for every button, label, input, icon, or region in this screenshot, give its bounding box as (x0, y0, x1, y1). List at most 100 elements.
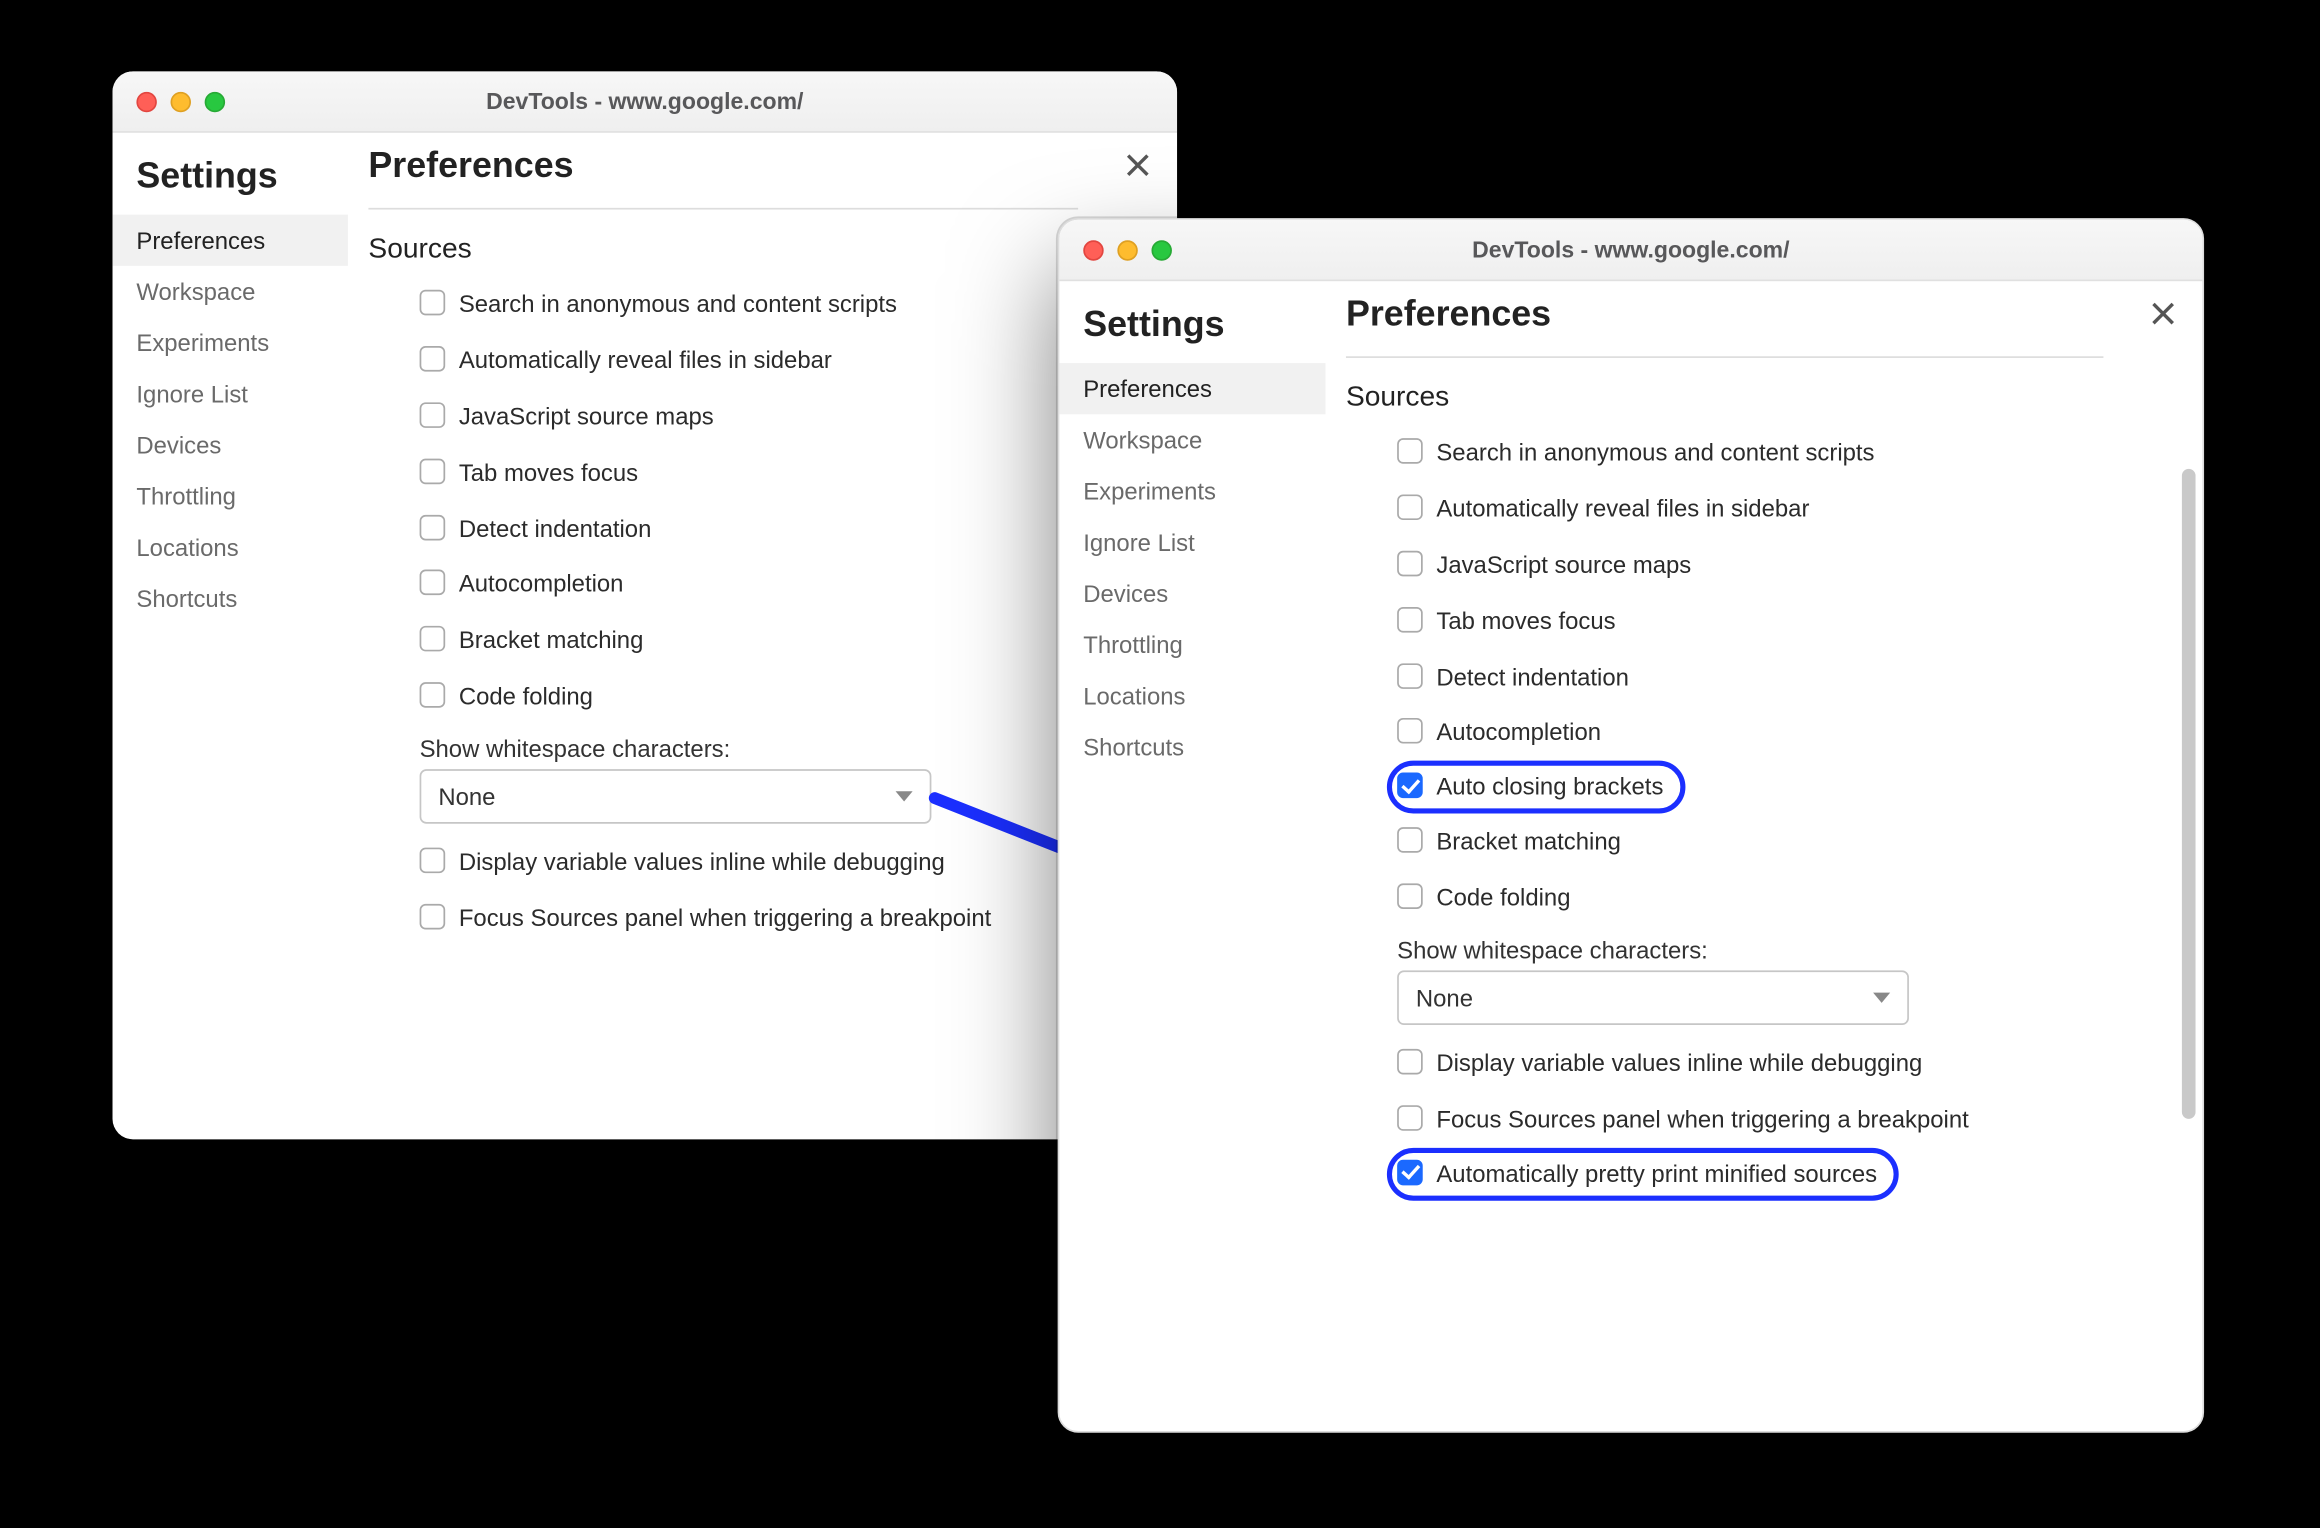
settings-heading: Settings (113, 146, 348, 214)
sidebar-item-workspace[interactable]: Workspace (113, 266, 348, 317)
checkbox[interactable] (1397, 719, 1423, 745)
settings-sidebar: Settings PreferencesWorkspaceExperiments… (1059, 281, 1325, 1431)
option-label: Bracket matching (1436, 826, 1621, 858)
option-automatically-pretty-print-minified-sources[interactable]: Automatically pretty print minified sour… (1387, 1148, 1899, 1201)
preferences-panel: Preferences Sources Search in anonymous … (1325, 281, 2202, 1431)
option-search-in-anonymous-and-content-scripts[interactable]: Search in anonymous and content scripts (420, 276, 1147, 332)
checkbox[interactable] (1397, 884, 1423, 910)
close-settings-icon[interactable] (2148, 298, 2179, 329)
zoom-window-button[interactable] (205, 91, 225, 111)
option-label: Focus Sources panel when triggering a br… (459, 902, 991, 934)
checkbox[interactable] (1397, 1105, 1423, 1131)
whitespace-select[interactable]: None (1397, 970, 1909, 1025)
close-window-button[interactable] (136, 91, 156, 111)
minimize-window-button[interactable] (171, 91, 191, 111)
checkbox[interactable] (1397, 1159, 1423, 1185)
minimize-window-button[interactable] (1117, 239, 1137, 259)
preferences-panel: Preferences Sources Search in anonymous … (348, 133, 1177, 1140)
titlebar[interactable]: DevTools - www.google.com/ (113, 71, 1178, 132)
titlebar[interactable]: DevTools - www.google.com/ (1059, 220, 2202, 281)
option-display-variable-values-inline-while-debugging[interactable]: Display variable values inline while deb… (420, 834, 1147, 890)
option-autocompletion[interactable]: Autocompletion (1397, 705, 2172, 761)
checkbox[interactable] (1397, 494, 1423, 520)
checkbox[interactable] (420, 346, 446, 372)
checkbox[interactable] (420, 683, 446, 709)
option-javascript-source-maps[interactable]: JavaScript source maps (1397, 537, 2172, 593)
checkbox[interactable] (420, 904, 446, 930)
checkbox[interactable] (1397, 1049, 1423, 1075)
checkbox[interactable] (420, 458, 446, 484)
option-focus-sources-panel-when-triggering-a-breakpoint[interactable]: Focus Sources panel when triggering a br… (1397, 1091, 2172, 1147)
settings-heading: Settings (1059, 295, 1325, 363)
close-window-button[interactable] (1083, 239, 1103, 259)
option-label: Automatically pretty print minified sour… (1436, 1158, 1877, 1190)
checkbox[interactable] (1397, 606, 1423, 632)
option-label: Search in anonymous and content scripts (459, 288, 897, 320)
option-detect-indentation[interactable]: Detect indentation (420, 501, 1147, 557)
section-heading-sources: Sources (368, 233, 1146, 265)
whitespace-value: None (438, 783, 495, 810)
option-automatically-reveal-files-in-sidebar[interactable]: Automatically reveal files in sidebar (420, 332, 1147, 388)
whitespace-value: None (1416, 984, 1473, 1011)
sidebar-item-preferences[interactable]: Preferences (113, 215, 348, 266)
option-javascript-source-maps[interactable]: JavaScript source maps (420, 388, 1147, 444)
sidebar-item-throttling[interactable]: Throttling (1059, 619, 1325, 670)
sidebar-item-workspace[interactable]: Workspace (1059, 414, 1325, 465)
chevron-down-icon (1873, 993, 1890, 1003)
option-detect-indentation[interactable]: Detect indentation (1397, 649, 2172, 705)
option-label: Automatically reveal files in sidebar (1436, 493, 1809, 525)
option-label: Focus Sources panel when triggering a br… (1436, 1103, 1968, 1135)
option-label: Detect indentation (1436, 661, 1629, 693)
checkbox[interactable] (1397, 438, 1423, 464)
checkbox[interactable] (420, 848, 446, 874)
sidebar-item-shortcuts[interactable]: Shortcuts (113, 573, 348, 624)
sidebar-item-throttling[interactable]: Throttling (113, 471, 348, 522)
option-tab-moves-focus[interactable]: Tab moves focus (420, 444, 1147, 500)
sidebar-item-ignore-list[interactable]: Ignore List (1059, 517, 1325, 568)
option-code-folding[interactable]: Code folding (420, 669, 1147, 725)
checkbox[interactable] (420, 290, 446, 316)
zoom-window-button[interactable] (1151, 239, 1171, 259)
sidebar-item-experiments[interactable]: Experiments (1059, 465, 1325, 516)
option-label: Search in anonymous and content scripts (1436, 436, 1874, 468)
whitespace-label: Show whitespace characters: (368, 735, 1146, 762)
scrollbar-track[interactable] (2182, 469, 2196, 1397)
option-code-folding[interactable]: Code folding (1397, 870, 2172, 926)
option-label: Autocompletion (1436, 717, 1601, 749)
close-settings-icon[interactable] (1122, 150, 1153, 181)
sidebar-item-locations[interactable]: Locations (1059, 670, 1325, 721)
checkbox[interactable] (420, 514, 446, 540)
option-focus-sources-panel-when-triggering-a-breakpoint[interactable]: Focus Sources panel when triggering a br… (420, 890, 1147, 946)
option-label: Code folding (459, 681, 593, 713)
option-bracket-matching[interactable]: Bracket matching (1397, 814, 2172, 870)
sidebar-item-experiments[interactable]: Experiments (113, 317, 348, 368)
checkbox[interactable] (1397, 828, 1423, 854)
whitespace-select[interactable]: None (420, 769, 932, 824)
sidebar-item-devices[interactable]: Devices (113, 419, 348, 470)
option-label: Automatically reveal files in sidebar (459, 344, 832, 376)
sidebar-item-ignore-list[interactable]: Ignore List (113, 368, 348, 419)
scrollbar-thumb[interactable] (2182, 469, 2196, 1119)
checkbox[interactable] (420, 626, 446, 652)
sidebar-item-devices[interactable]: Devices (1059, 568, 1325, 619)
sidebar-item-locations[interactable]: Locations (113, 522, 348, 573)
checkbox[interactable] (1397, 663, 1423, 689)
option-bracket-matching[interactable]: Bracket matching (420, 613, 1147, 669)
option-search-in-anonymous-and-content-scripts[interactable]: Search in anonymous and content scripts (1397, 425, 2172, 481)
chevron-down-icon (896, 792, 913, 802)
checkbox[interactable] (1397, 773, 1423, 799)
option-label: Code folding (1436, 882, 1570, 914)
preferences-heading: Preferences (1346, 295, 2103, 358)
sidebar-item-preferences[interactable]: Preferences (1059, 363, 1325, 414)
checkbox[interactable] (420, 402, 446, 428)
option-automatically-reveal-files-in-sidebar[interactable]: Automatically reveal files in sidebar (1397, 481, 2172, 537)
option-label: Autocompletion (459, 569, 624, 601)
option-tab-moves-focus[interactable]: Tab moves focus (1397, 593, 2172, 649)
option-label: Display variable values inline while deb… (459, 846, 945, 878)
checkbox[interactable] (420, 570, 446, 596)
checkbox[interactable] (1397, 550, 1423, 576)
option-auto-closing-brackets[interactable]: Auto closing brackets (1387, 761, 1686, 814)
sidebar-item-shortcuts[interactable]: Shortcuts (1059, 721, 1325, 772)
option-display-variable-values-inline-while-debugging[interactable]: Display variable values inline while deb… (1397, 1035, 2172, 1091)
option-autocompletion[interactable]: Autocompletion (420, 557, 1147, 613)
